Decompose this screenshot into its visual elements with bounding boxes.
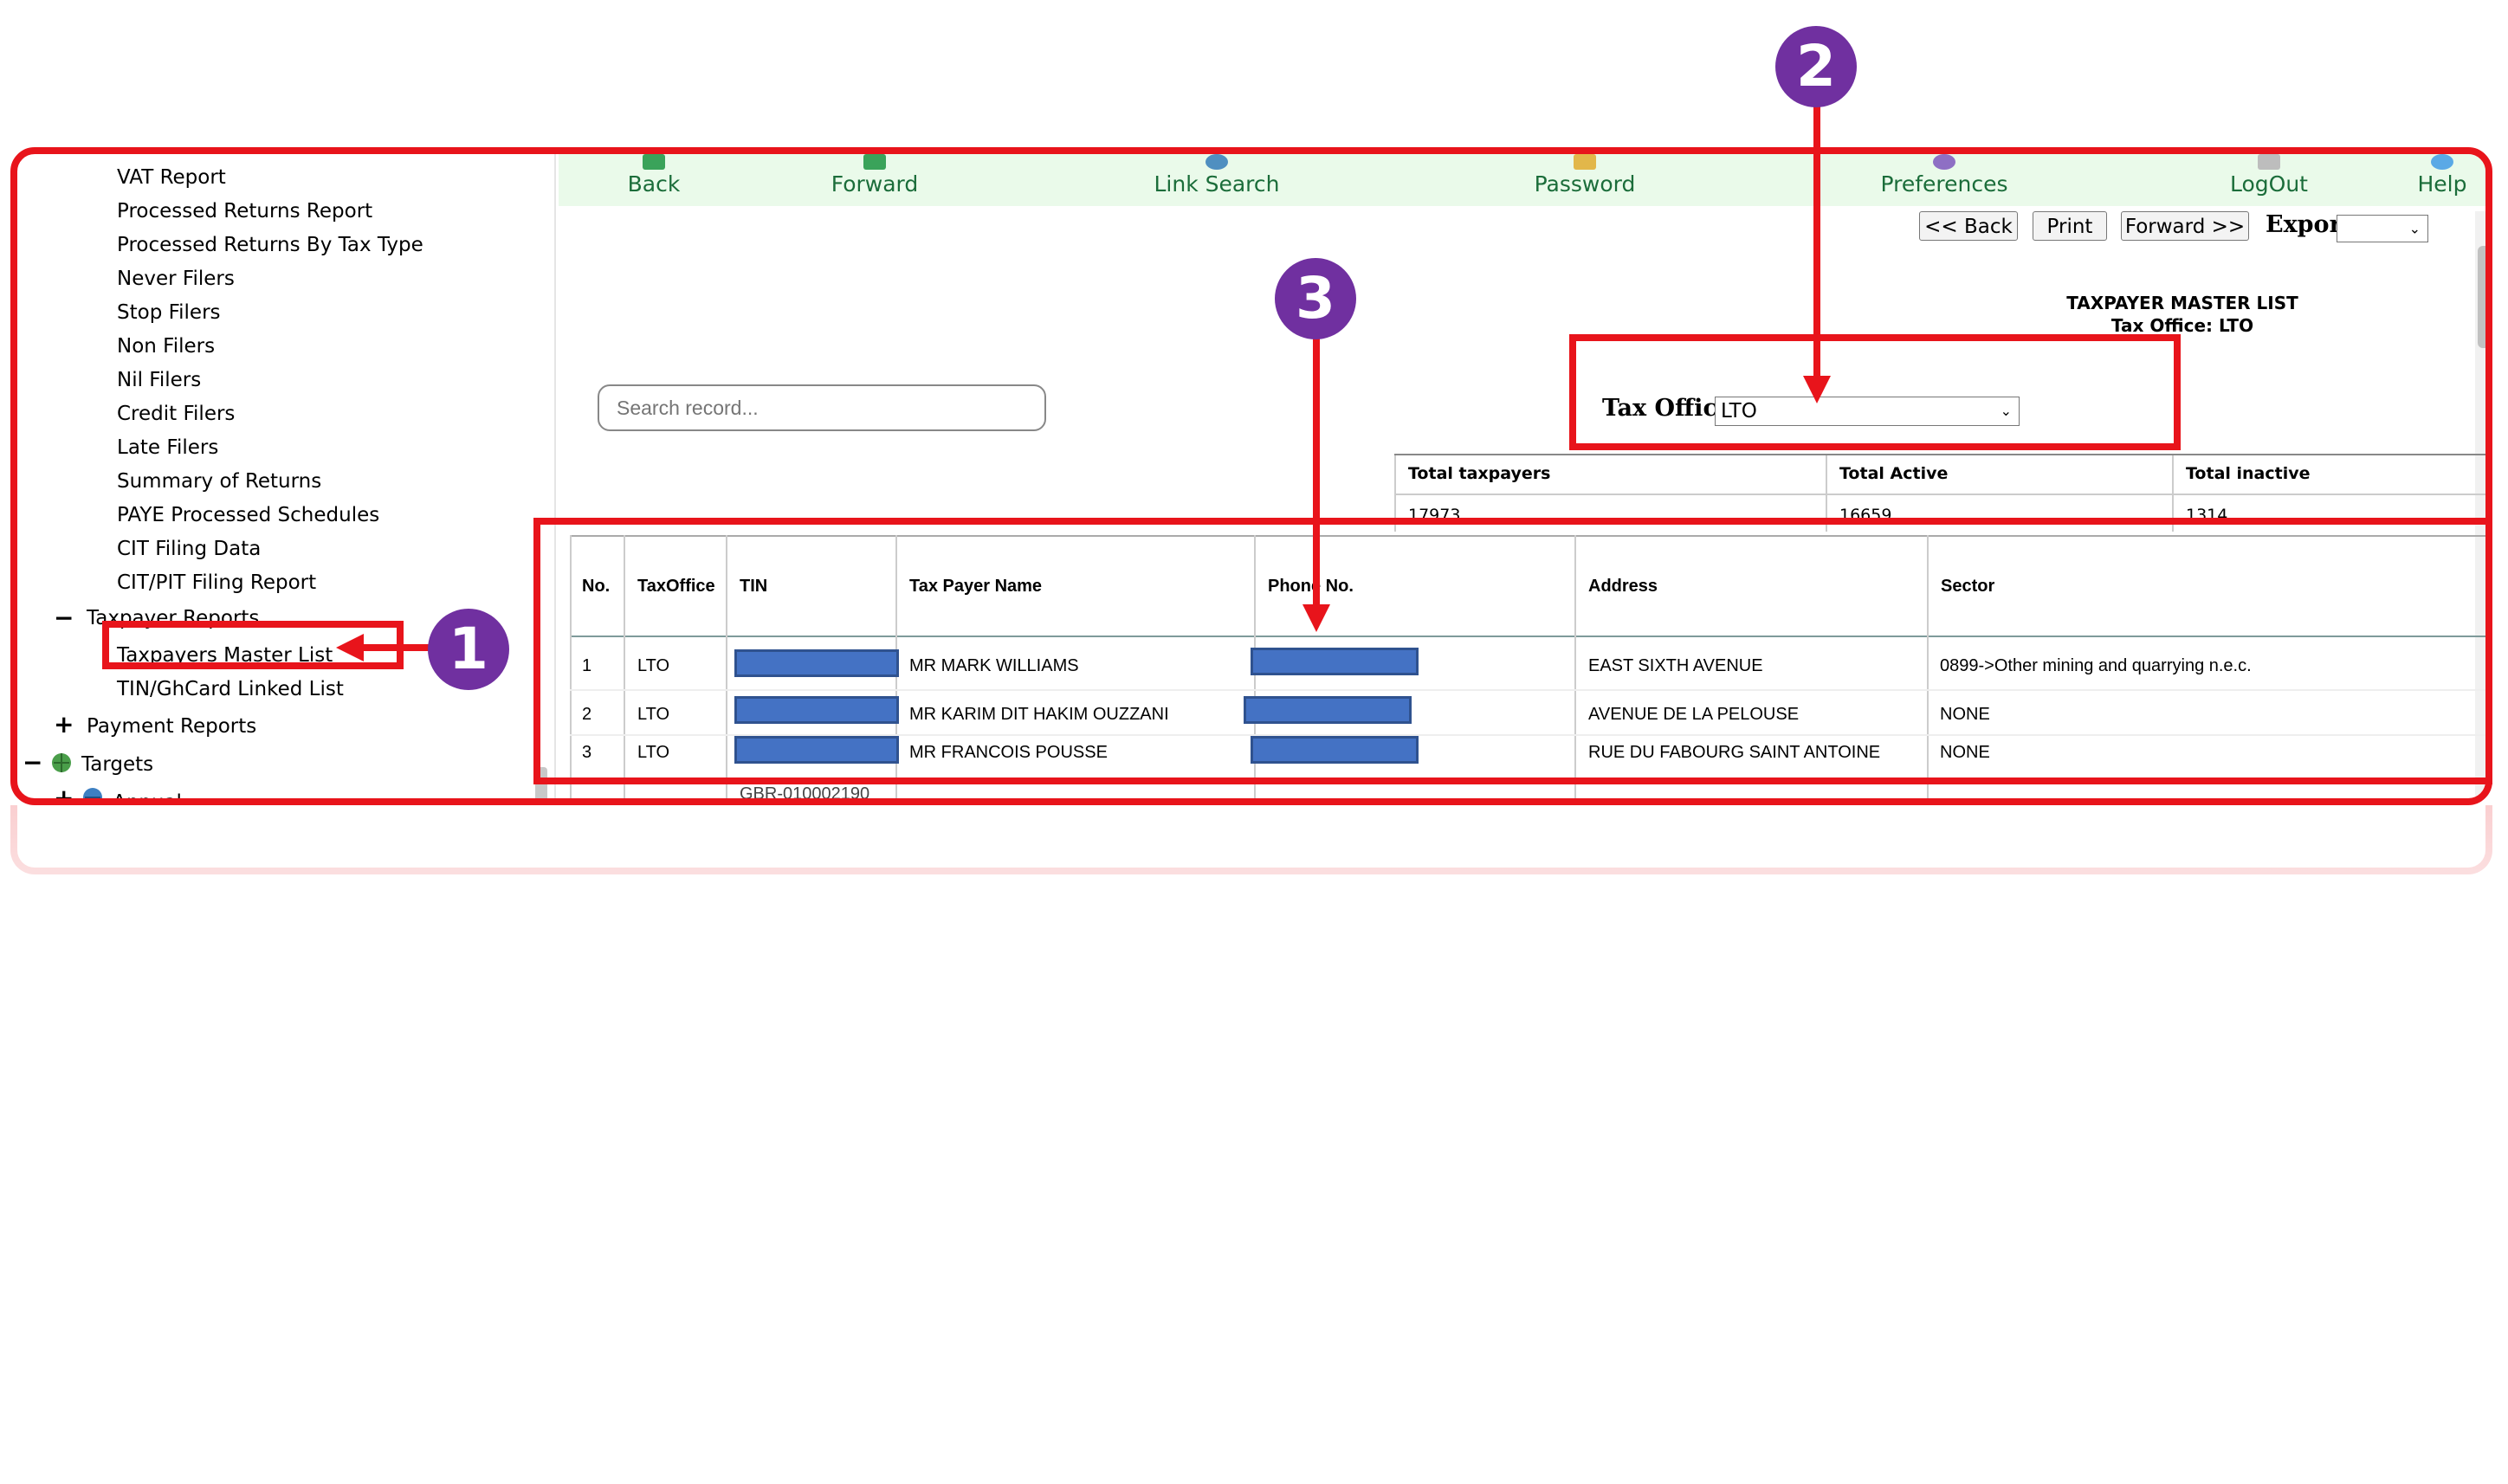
annotation-arrows <box>336 104 1831 661</box>
step-badge-1: 1 <box>428 609 509 690</box>
step-badge-3: 3 <box>1275 258 1356 339</box>
reflection-fade <box>10 805 2492 1013</box>
step-badge-2: 2 <box>1775 26 1857 107</box>
window-reflection <box>10 805 2492 1013</box>
